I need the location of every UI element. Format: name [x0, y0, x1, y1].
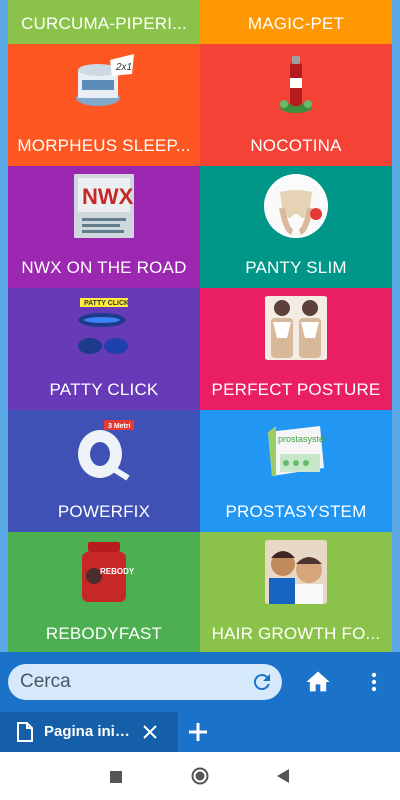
- tile-label: POWERFIX: [57, 502, 151, 521]
- tile-label: PATTY CLICK: [49, 380, 159, 399]
- tile-label: NWX ON THE ROAD: [21, 258, 187, 277]
- system-navigation-bar: [0, 752, 400, 800]
- tile-perfect-posture[interactable]: PERFECT POSTURE: [200, 288, 392, 410]
- browser-toolbar: Cerca: [0, 652, 400, 712]
- badge-text: PATTY CLICK: [84, 300, 129, 307]
- search-placeholder: Cerca: [20, 671, 71, 692]
- tile-label: HAIR GROWTH FO...: [211, 624, 381, 643]
- tile-hair-growth[interactable]: HAIR GROWTH FO...: [200, 532, 392, 652]
- refresh-icon[interactable]: [250, 670, 274, 694]
- circle-icon[interactable]: [191, 767, 209, 790]
- perfect-posture-product-image: [264, 296, 328, 360]
- badge-text: REBODY FAST: [100, 567, 136, 576]
- page-icon: [16, 722, 34, 747]
- badge-text: prostasystem: [278, 434, 328, 444]
- nocotina-product-image: [264, 52, 328, 116]
- patty-click-product-image: PATTY CLICK: [72, 296, 136, 360]
- close-icon[interactable]: [142, 724, 158, 745]
- tile-label: CURCUMA-PIPERI...: [21, 14, 187, 33]
- tile-powerfix[interactable]: 3 Metri POWERFIX: [8, 410, 200, 532]
- badge-text: 3 Metri: [108, 423, 131, 430]
- more-vert-icon[interactable]: [362, 668, 386, 696]
- home-icon[interactable]: [304, 668, 332, 696]
- tile-label: PERFECT POSTURE: [211, 380, 381, 399]
- tab-label: Pagina iniziale: [44, 723, 134, 740]
- tile-label: MAGIC-PET: [247, 14, 345, 33]
- square-icon[interactable]: [110, 770, 122, 788]
- browser-screen: CURCUMA-PIPERI... MAGIC-PET 2x1 MORPHEUS…: [0, 0, 400, 800]
- morpheus-sleep-product-image: 2x1: [72, 52, 136, 116]
- back-triangle-icon[interactable]: [276, 769, 290, 788]
- badge-text: NWX: [82, 184, 134, 209]
- tab-home[interactable]: Pagina iniziale: [0, 712, 178, 752]
- nwx-product-image: NWX: [72, 174, 136, 238]
- prostasystem-product-image: prostasystem: [264, 418, 328, 482]
- tile-label: PANTY SLIM: [245, 258, 347, 277]
- tile-rebodyfast[interactable]: REBODY FAST REBODYFAST: [8, 532, 200, 652]
- tile-label: REBODYFAST: [45, 624, 163, 643]
- tile-magic-pet[interactable]: MAGIC-PET: [200, 0, 392, 44]
- plus-icon[interactable]: [186, 720, 210, 744]
- tile-label: MORPHEUS SLEEP...: [17, 136, 191, 155]
- tile-panty-slim[interactable]: PANTY SLIM: [200, 166, 392, 288]
- panty-slim-product-image: [264, 174, 328, 238]
- badge-text: 2x1: [115, 62, 132, 73]
- tile-nwx[interactable]: NWX NWX ON THE ROAD: [8, 166, 200, 288]
- search-input[interactable]: Cerca: [8, 664, 282, 700]
- tile-curcuma[interactable]: CURCUMA-PIPERI...: [8, 0, 200, 44]
- hair-growth-product-image: [264, 540, 328, 604]
- tile-morpheus-sleep[interactable]: 2x1 MORPHEUS SLEEP...: [8, 44, 200, 166]
- tile-label: PROSTASYSTEM: [225, 502, 367, 521]
- tile-patty-click[interactable]: PATTY CLICK PATTY CLICK: [8, 288, 200, 410]
- rebodyfast-product-image: REBODY FAST: [72, 540, 136, 604]
- product-grid: CURCUMA-PIPERI... MAGIC-PET 2x1 MORPHEUS…: [8, 0, 392, 652]
- powerfix-product-image: 3 Metri: [72, 418, 136, 482]
- tile-nocotina[interactable]: NOCOTINA: [200, 44, 392, 166]
- tile-prostasystem[interactable]: prostasystem PROSTASYSTEM: [200, 410, 392, 532]
- tab-bar: Pagina iniziale: [0, 712, 400, 752]
- tile-label: NOCOTINA: [250, 136, 342, 155]
